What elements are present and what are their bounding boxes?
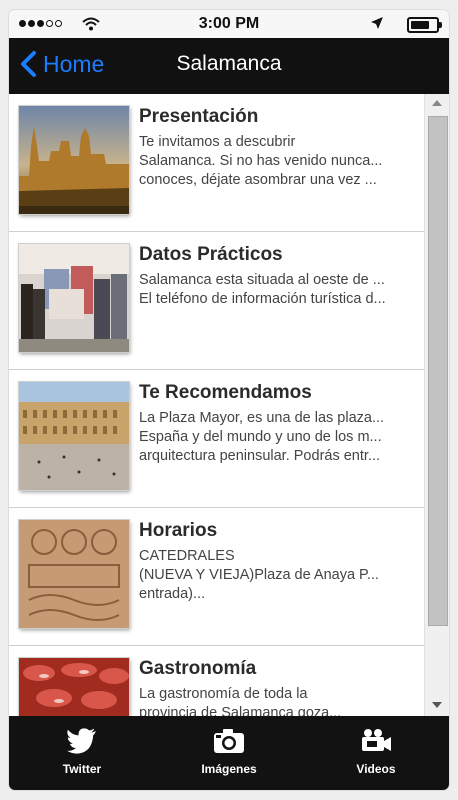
camera-icon [214,729,244,753]
content-list-area: Presentación Te invitamos a descubrir Sa… [9,94,449,716]
tab-label: Videos [356,762,396,776]
location-arrow-icon [371,17,383,29]
status-bar: 3:00 PM [9,10,449,38]
exhibition-thumbnail [19,244,129,352]
item-title: Gastronomía [139,658,257,679]
list-item-datos-practicos[interactable]: Datos Prácticos Salamanca esta situada a… [9,232,425,370]
item-description: Salamanca esta situada al oeste de ... E… [139,272,386,307]
item-title: Presentación [139,106,259,127]
plaza-mayor-thumbnail [19,382,129,490]
navigation-bar: Home Salamanca [9,38,449,94]
phone-screen: 3:00 PM Home Salamanca Presentación Te i… [9,10,449,790]
list-item-horarios[interactable]: Horarios CATEDRALES (NUEVA Y VIEJA)Plaza… [9,508,425,646]
item-title: Datos Prácticos [139,244,283,265]
ham-thumbnail [19,658,129,716]
list-item-gastronomia[interactable]: Gastronomía La gastronomía de toda la pr… [9,646,425,716]
item-description: CATEDRALES (NUEVA Y VIEJA)Plaza de Anaya… [139,548,379,602]
tab-label: Twitter [62,762,102,776]
stone-carving-thumbnail [19,520,129,628]
list-item-presentacion[interactable]: Presentación Te invitamos a descubrir Sa… [9,94,425,232]
twitter-bird-icon [67,728,96,754]
section-list: Presentación Te invitamos a descubrir Sa… [9,94,425,716]
scroll-up-arrow-icon[interactable] [432,100,442,106]
item-title: Te Recomendamos [139,382,312,403]
bottom-tab-bar: Twitter Imágenes Videos [9,716,449,790]
video-camera-icon [362,729,391,751]
item-description: La gastronomía de toda la provincia de S… [139,686,342,716]
list-item-te-recomendamos[interactable]: Te Recomendamos La Plaza Mayor, es una d… [9,370,425,508]
tab-videos[interactable]: Videos [303,716,449,790]
vertical-scrollbar[interactable] [424,94,449,716]
cathedral-thumbnail [19,106,129,214]
tab-imagenes[interactable]: Imágenes [156,716,302,790]
item-description: La Plaza Mayor, es una de las plaza... E… [139,410,385,464]
tab-twitter[interactable]: Twitter [9,716,155,790]
battery-icon [407,17,442,33]
item-description: Te invitamos a descubrir Salamanca. Si n… [139,134,383,188]
scrollbar-thumb[interactable] [428,116,448,626]
scroll-down-arrow-icon[interactable] [432,702,442,708]
tab-label: Imágenes [201,762,257,776]
page-title: Salamanca [176,52,282,75]
item-title: Horarios [139,520,218,541]
